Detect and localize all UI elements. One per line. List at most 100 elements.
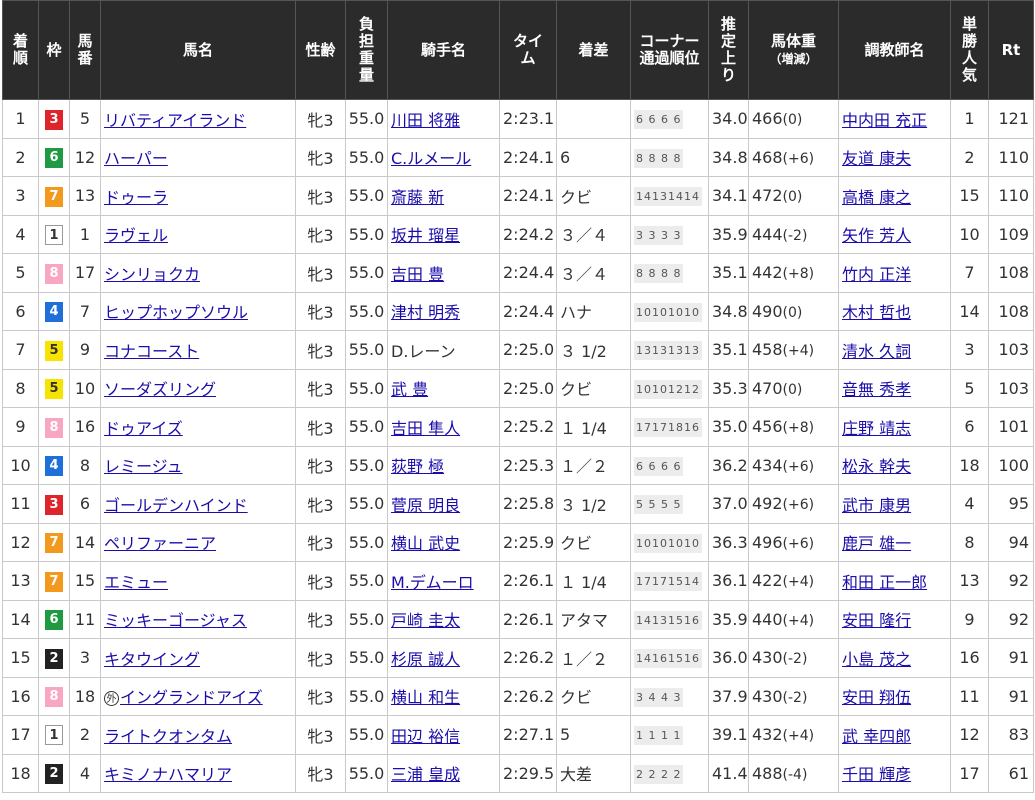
carried-weight: 55.0 (345, 599, 388, 639)
header-body-weight: 馬体重 （増減） (748, 0, 839, 100)
horse-name-link[interactable]: ライトクオンタム (104, 727, 232, 746)
horse-name-link[interactable]: リバティアイランド (104, 111, 246, 130)
jockey-link[interactable]: 菅原 明良 (391, 496, 460, 515)
jockey-link[interactable]: 吉田 豊 (391, 265, 444, 284)
jockey-link[interactable]: 武 豊 (391, 380, 428, 399)
trainer-link[interactable]: 庄野 靖志 (842, 419, 911, 438)
jockey-link[interactable]: 津村 明秀 (391, 303, 460, 322)
trainer-link[interactable]: 千田 輝彦 (842, 765, 911, 784)
last-3f: 36.3 (708, 522, 749, 562)
jockey-link[interactable]: 横山 和生 (391, 688, 460, 707)
jockey-link[interactable]: 川田 将雅 (391, 111, 460, 130)
jockey-link[interactable]: 荻野 極 (391, 457, 444, 476)
trainer-link[interactable]: 安田 翔伍 (842, 688, 911, 707)
trainer-link[interactable]: 武 幸四郎 (842, 727, 911, 746)
trainer-link[interactable]: 安田 隆行 (842, 611, 911, 630)
last-3f: 34.8 (708, 291, 749, 331)
horse-name-link[interactable]: ペリファーニア (104, 534, 216, 553)
body-weight: 470 (752, 378, 783, 398)
finish-time: 2:24.1 (499, 137, 557, 177)
body-weight-cell: 492(+6) (748, 484, 839, 524)
corner-cell: 5 5 5 5 (630, 484, 709, 524)
horse-name-link[interactable]: ドゥーラ (104, 188, 168, 207)
trainer-cell: 中内田 充正 (838, 99, 951, 139)
horse-name-link[interactable]: イングランドアイズ (120, 688, 263, 707)
popularity: 3 (950, 330, 989, 370)
horse-name-link[interactable]: ヒップホップソウル (104, 303, 248, 322)
horse-name-link[interactable]: キミノナハマリア (104, 765, 232, 784)
body-weight: 490 (752, 301, 783, 321)
header-umaban: 馬番 (69, 0, 101, 100)
waku-cell: 4 (38, 445, 70, 485)
body-weight-change: (-2) (782, 651, 808, 668)
margin: 5 (556, 715, 631, 755)
body-weight-change: (+6) (782, 497, 815, 514)
horse-number: 5 (69, 99, 101, 139)
horse-name-link[interactable]: ラヴェル (104, 226, 168, 245)
horse-name-link[interactable]: ゴールデンハインド (104, 496, 248, 515)
trainer-link[interactable]: 鹿戸 雄一 (842, 534, 911, 553)
trainer-link[interactable]: 高橋 康之 (842, 188, 911, 207)
trainer-link[interactable]: 友道 康夫 (842, 149, 911, 168)
jockey-link[interactable]: 吉田 隼人 (391, 419, 460, 438)
horse-name-link[interactable]: シンリョクカ (104, 265, 200, 284)
waku-cell: 2 (38, 638, 70, 678)
trainer-link[interactable]: 矢作 芳人 (842, 226, 911, 245)
header-corner: コーナー 通過順位 (630, 0, 709, 100)
trainer-link[interactable]: 竹内 正洋 (842, 265, 911, 284)
table-row: 2 6 12 ハーパー 牝3 55.0 C.ルメール 2:24.1 6 8 8 8 8 34.8 46… (2, 137, 1034, 177)
waku-badge: 1 (45, 725, 63, 746)
jockey-link[interactable]: 三浦 皇成 (391, 765, 460, 784)
corner-cell: 13131313 (630, 330, 709, 370)
jockey-link[interactable]: 杉原 誠人 (391, 650, 460, 669)
body-weight: 496 (752, 532, 783, 552)
carried-weight: 55.0 (345, 99, 388, 139)
horse-name-link[interactable]: ハーパー (104, 149, 168, 168)
horse-name-link[interactable]: エミュー (104, 573, 168, 592)
horse-name-link[interactable]: レミージュ (104, 457, 183, 476)
jockey-link[interactable]: 坂井 瑠星 (391, 226, 460, 245)
waku-cell: 1 (38, 715, 70, 755)
finish-position: 17 (2, 715, 39, 755)
trainer-link[interactable]: 清水 久詞 (842, 342, 911, 361)
jockey-cell: 横山 武史 (387, 522, 500, 562)
trainer-link[interactable]: 中内田 充正 (842, 111, 927, 130)
horse-name-link[interactable]: ソーダズリング (104, 380, 216, 399)
jockey-link[interactable]: 田辺 裕信 (391, 727, 460, 746)
jockey-link[interactable]: 横山 武史 (391, 534, 460, 553)
last-3f: 36.2 (708, 445, 749, 485)
carried-weight: 55.0 (345, 368, 388, 408)
horse-name-link[interactable]: コナコースト (104, 342, 199, 361)
horse-number: 7 (69, 291, 101, 331)
trainer-link[interactable]: 松永 幹夫 (842, 457, 911, 476)
jockey-link[interactable]: 戸崎 圭太 (391, 611, 460, 630)
trainer-link[interactable]: 音無 秀孝 (842, 380, 911, 399)
horse-name-link[interactable]: キタウイング (104, 650, 200, 669)
last-3f: 35.1 (708, 253, 749, 293)
trainer-link[interactable]: 小島 茂之 (842, 650, 911, 669)
horse-number: 2 (69, 715, 101, 755)
finish-time: 2:25.2 (499, 407, 557, 447)
trainer-link[interactable]: 和田 正一郎 (842, 573, 927, 592)
horse-name-link[interactable]: ドゥアイズ (104, 419, 183, 438)
horse-name-link[interactable]: ミッキーゴージャス (104, 611, 247, 630)
table-row: 16 8 18 外イングランドアイズ 牝3 55.0 横山 和生 2:26.2 クビ 3 4 4 … (2, 676, 1034, 716)
margin: クビ (556, 676, 631, 716)
body-weight-change: (0) (782, 112, 803, 129)
jockey-link[interactable]: M.デムーロ (391, 573, 474, 592)
waku-badge: 7 (45, 186, 63, 207)
waku-badge: 6 (45, 610, 63, 631)
waku-cell: 7 (38, 561, 70, 601)
jockey-link[interactable]: C.ルメール (391, 149, 471, 168)
trainer-link[interactable]: 武市 康男 (842, 496, 911, 515)
last-3f: 39.1 (708, 715, 749, 755)
body-weight-cell: 488(-4) (748, 753, 839, 793)
jockey-link[interactable]: 斎藤 新 (391, 188, 444, 207)
finish-position: 2 (2, 137, 39, 177)
body-weight-change: (-4) (782, 766, 808, 783)
body-weight-change: (+6) (782, 535, 815, 552)
waku-cell: 7 (38, 522, 70, 562)
trainer-link[interactable]: 木村 哲也 (842, 303, 911, 322)
body-weight: 456 (752, 417, 783, 437)
horse-number: 4 (69, 753, 101, 793)
